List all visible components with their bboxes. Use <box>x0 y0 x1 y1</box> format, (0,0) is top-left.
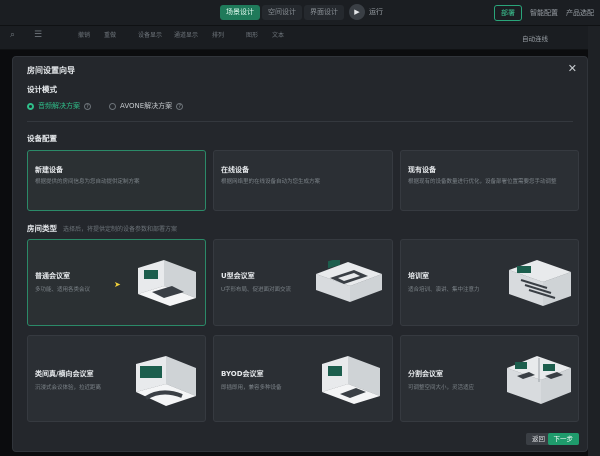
divider <box>27 121 573 122</box>
training-room-illustration <box>509 260 571 306</box>
modal-title: 房间设置向导 <box>27 66 75 75</box>
card-title: 现有设备 <box>408 166 436 174</box>
device-card-new[interactable]: 新建设备 根据提供的房间信息为您自动提供定制方案 <box>27 150 206 211</box>
room-card-byod[interactable]: BYOD会议室 即插即用，兼容多种设备 <box>213 335 393 422</box>
card-title: 普通会议室 <box>35 272 70 280</box>
help-icon[interactable]: ? <box>176 102 184 110</box>
design-mode-heading: 设计模式 <box>27 85 57 94</box>
card-title: U型会议室 <box>221 272 255 280</box>
product-select-button[interactable]: 产品选配 <box>566 8 594 18</box>
radio-avone-solution[interactable]: AVONE解决方案 ? <box>109 101 184 111</box>
card-title: 类间真/横向会议室 <box>35 370 94 378</box>
card-title: 分割会议室 <box>408 370 443 378</box>
card-desc: 适合培训、演讲、集中注意力 <box>408 287 480 293</box>
card-desc: U字形布局、促进面对面交流 <box>221 287 292 293</box>
list-icon[interactable]: ☰ <box>34 30 42 40</box>
auto-connect-button[interactable]: 自动连线 <box>522 33 548 43</box>
shape-button[interactable]: 图形 <box>246 30 258 39</box>
redo-button[interactable]: 重做 <box>104 30 116 39</box>
tab-ui-design[interactable]: 界面设计 <box>304 5 344 20</box>
card-title: 在线设备 <box>221 166 249 174</box>
channel-display-button[interactable]: 通道显示 <box>174 30 198 39</box>
card-title: 培训室 <box>408 272 429 280</box>
close-icon[interactable]: ✕ <box>568 62 577 75</box>
run-label: 运行 <box>369 8 383 16</box>
room-card-immersive[interactable]: 类间真/横向会议室 沉浸式会议体验，拉近距离 <box>27 335 206 422</box>
right-panel-edge <box>588 26 600 456</box>
immersive-room-illustration <box>136 356 196 406</box>
card-desc: 多功能、适用各类会议 <box>35 287 91 293</box>
radio-label: 音频解决方案 <box>38 102 80 110</box>
radio-label: AVONE解决方案 <box>120 102 173 110</box>
device-card-online[interactable]: 在线设备 根据网络里的在线设备自动为您生成方案 <box>213 150 393 211</box>
card-desc: 根据现有的设备数量进行优化，设备部署位置需要您手动调整 <box>408 179 557 185</box>
radio-dot <box>27 102 34 110</box>
toolbar: ⌕ ☰ 撤销 重做 设备显示 通道显示 排列 图形 文本 自动连线 <box>0 26 600 50</box>
tab-scene-design[interactable]: 场景设计 <box>220 5 260 20</box>
radio-dot <box>109 102 116 110</box>
card-desc: 沉浸式会议体验，拉近距离 <box>35 385 102 391</box>
room-type-hint: 选择后，将提供定制的设备参数和部署方案 <box>63 226 178 233</box>
device-display-button[interactable]: 设备显示 <box>138 30 162 39</box>
search-icon[interactable]: ⌕ <box>10 30 15 40</box>
room-type-title: 房间类型 <box>27 224 57 233</box>
device-config-heading: 设备配置 <box>27 134 57 143</box>
play-icon: ▶ <box>349 4 365 20</box>
mouse-cursor-icon: ➤ <box>114 280 121 289</box>
room-card-standard[interactable]: 普通会议室 多功能、适用各类会议 ➤ <box>27 239 206 326</box>
card-title: 新建设备 <box>35 166 63 174</box>
card-title: BYOD会议室 <box>221 370 264 378</box>
text-button[interactable]: 文本 <box>272 30 284 39</box>
room-type-heading: 房间类型 选择后，将提供定制的设备参数和部署方案 <box>27 223 177 234</box>
radio-audio-solution[interactable]: 音频解决方案 ? <box>27 101 91 111</box>
room-card-training[interactable]: 培训室 适合培训、演讲、集中注意力 <box>400 239 579 326</box>
next-button[interactable]: 下一步 <box>547 433 579 445</box>
help-icon[interactable]: ? <box>84 102 91 110</box>
divisible-room-illustration <box>507 356 571 404</box>
card-desc: 根据网络里的在线设备自动为您生成方案 <box>221 179 321 185</box>
device-card-existing[interactable]: 现有设备 根据现有的设备数量进行优化，设备部署位置需要您手动调整 <box>400 150 579 211</box>
room-card-u-shape[interactable]: U型会议室 U字形布局、促进面对面交流 <box>213 239 393 326</box>
card-desc: 根据提供的房间信息为您自动提供定制方案 <box>35 179 140 185</box>
tab-space-design[interactable]: 空间设计 <box>262 5 302 20</box>
deploy-button[interactable]: 部署 <box>494 5 522 21</box>
u-shape-room-illustration <box>316 260 382 302</box>
standard-room-illustration <box>138 260 196 306</box>
card-desc: 即插即用，兼容多种设备 <box>221 385 282 391</box>
room-card-divisible[interactable]: 分割会议室 可调整空间大小，灵活适应 <box>400 335 579 422</box>
byod-room-illustration <box>322 356 380 404</box>
room-setup-wizard: 房间设置向导 ✕ 设计模式 音频解决方案 ? AVONE解决方案 ? 设备配置 … <box>12 56 588 452</box>
top-bar: 场景设计 空间设计 界面设计 ▶ 运行 部署 智能配置 产品选配 <box>0 0 600 26</box>
card-desc: 可调整空间大小，灵活适应 <box>408 385 475 391</box>
smart-config-button[interactable]: 智能配置 <box>530 8 558 18</box>
mode-tabs: 场景设计 空间设计 界面设计 <box>220 5 344 20</box>
run-button[interactable]: ▶ 运行 <box>349 4 383 20</box>
undo-button[interactable]: 撤销 <box>78 30 90 39</box>
arrange-button[interactable]: 排列 <box>212 30 224 39</box>
